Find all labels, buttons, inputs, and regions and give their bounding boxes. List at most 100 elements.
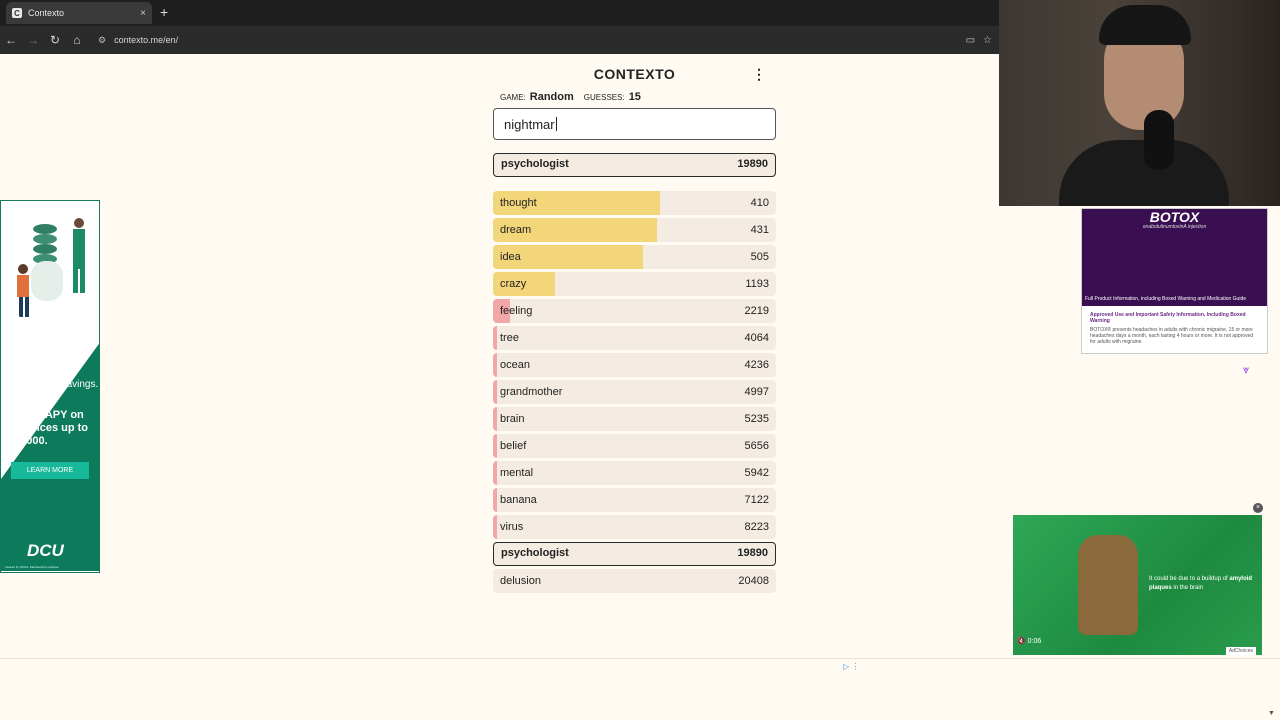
guess-proximity-bar (493, 326, 497, 350)
ad-badge-icon[interactable]: ⩔ (1243, 364, 1249, 377)
new-tab-icon[interactable]: + (160, 4, 168, 20)
botox-safety-body: BOTOX® prevents headaches in adults with… (1090, 327, 1254, 345)
mute-icon[interactable]: 🔇 (1017, 638, 1026, 645)
contexto-game: CONTEXTO ⋮ GAME: Random GUESSES: 15 nigh… (493, 60, 776, 596)
guess-distance: 4236 (744, 359, 769, 371)
guess-input[interactable]: nightmar (493, 108, 776, 140)
guess-distance: 19890 (737, 547, 768, 559)
guess-row: grandmother 4997 (493, 380, 776, 404)
guess-word: brain (500, 413, 525, 425)
close-tab-icon[interactable]: × (140, 8, 146, 19)
guess-row: psychologist 19890 (493, 542, 776, 566)
last-guess-row: psychologist 19890 (493, 153, 776, 177)
menu-icon[interactable]: ⋮ (752, 66, 766, 83)
guess-distance: 8223 (744, 521, 769, 533)
last-guess-distance: 19890 (737, 158, 768, 170)
webcam-overlay (999, 0, 1280, 206)
game-value: Random (529, 91, 574, 103)
guess-word: idea (500, 251, 521, 263)
game-info: GAME: Random GUESSES: 15 (493, 91, 776, 103)
guess-distance: 4064 (744, 332, 769, 344)
back-icon[interactable]: ← (0, 33, 22, 47)
tab-title: Contexto (28, 8, 65, 18)
guess-row: virus 8223 (493, 515, 776, 539)
guess-distance: 2219 (744, 305, 769, 317)
video-controls[interactable]: 🔇 0:06 (1017, 637, 1041, 645)
guess-row: idea 505 (493, 245, 776, 269)
guess-proximity-bar (493, 515, 497, 539)
guess-word: feeling (500, 305, 533, 317)
guess-word: crazy (500, 278, 527, 290)
guess-word: dream (500, 224, 532, 236)
guess-distance: 5235 (744, 413, 769, 425)
ad-product-image (1078, 535, 1138, 635)
video-time: 0:06 (1027, 638, 1042, 645)
guess-row: tree 4064 (493, 326, 776, 350)
home-icon[interactable]: ⌂ (66, 33, 88, 47)
guess-row: dream 431 (493, 218, 776, 242)
browser-tab-bar: C Contexto × + (0, 0, 1000, 26)
guess-distance: 5942 (744, 467, 769, 479)
learn-more-button[interactable]: LEARN MORE (11, 462, 89, 479)
forward-icon[interactable]: → (22, 33, 44, 47)
video-ad-caption: It could be due to a buildup of amyloid … (1149, 575, 1257, 593)
guess-row: belief 5656 (493, 434, 776, 458)
guess-word: ocean (500, 359, 530, 371)
divider (0, 658, 1280, 659)
guess-word: mental (500, 467, 534, 479)
guess-word: virus (500, 521, 524, 533)
game-label: GAME: (500, 93, 526, 102)
guess-list: thought 410 dream 431 idea 505 crazy 1193 feelin… (493, 191, 776, 593)
guess-distance: 431 (750, 224, 769, 236)
url-text: contexto.me/en/ (114, 35, 179, 45)
ad-headline: Boost your savings. (11, 379, 99, 390)
guess-row: delusion 20408 (493, 569, 776, 593)
bookmark-star-icon[interactable]: ☆ (983, 35, 992, 46)
guess-word: psychologist (501, 547, 569, 559)
botox-info-link[interactable]: Full Product Information, including Boxe… (1085, 296, 1246, 302)
guess-proximity-bar (493, 434, 497, 458)
guess-proximity-bar (493, 380, 497, 404)
botox-safety-heading: Approved Use and Important Safety Inform… (1090, 312, 1246, 324)
scroll-down-icon[interactable]: ▼ (1268, 710, 1275, 717)
guess-distance: 5656 (744, 440, 769, 452)
botox-ad[interactable]: BOTOX onabotulinumtoxinA injection Full … (1081, 208, 1268, 354)
guess-word: delusion (500, 575, 541, 587)
install-app-icon[interactable]: ▭ (966, 35, 975, 46)
browser-tab[interactable]: C Contexto × (6, 2, 152, 24)
ad-marker-icon[interactable]: ▷ ⋮ (843, 662, 859, 671)
video-ad[interactable]: It could be due to a buildup of amyloid … (1013, 515, 1262, 655)
page-title: CONTEXTO (593, 66, 676, 82)
guess-word: grandmother (500, 386, 563, 398)
webcam-person-cap (1099, 5, 1191, 45)
guess-distance: 410 (750, 197, 769, 209)
guess-proximity-bar (493, 407, 497, 431)
guess-word: belief (500, 440, 527, 452)
guess-word: banana (500, 494, 537, 506)
guess-row: brain 5235 (493, 407, 776, 431)
guesses-count: 15 (628, 91, 641, 103)
ad-offer: 5.50% APY on balances up to $1,000. (11, 409, 89, 447)
contexto-favicon-icon: C (12, 8, 22, 18)
ad-fine-print: Insured by NCUA. Membership required. (5, 565, 60, 569)
guess-proximity-bar (493, 353, 497, 377)
site-info-icon[interactable]: ⚙ (98, 35, 106, 46)
guess-row: crazy 1193 (493, 272, 776, 296)
reload-icon[interactable]: ↻ (44, 33, 66, 47)
game-header: CONTEXTO ⋮ (493, 60, 776, 88)
guess-row: mental 5942 (493, 461, 776, 485)
guess-distance: 1193 (745, 278, 769, 290)
last-guess-word: psychologist (501, 158, 569, 170)
guess-distance: 4997 (744, 386, 769, 398)
guesses-label: GUESSES: (583, 93, 625, 102)
microphone (1144, 110, 1174, 170)
close-ad-icon[interactable]: × (1253, 503, 1263, 513)
guess-row: ocean 4236 (493, 353, 776, 377)
browser-toolbar: ← → ↻ ⌂ ⚙ contexto.me/en/ ▭ ☆ (0, 26, 1000, 54)
guess-word: thought (500, 197, 537, 209)
address-bar[interactable]: ⚙ contexto.me/en/ (98, 35, 178, 46)
text-caret (555, 117, 557, 131)
botox-safety-box[interactable]: Approved Use and Important Safety Inform… (1082, 306, 1267, 353)
dcu-ad[interactable]: Boost your savings. 5.50% APY on balance… (0, 200, 100, 573)
adchoices-label[interactable]: AdChoices (1225, 647, 1256, 655)
